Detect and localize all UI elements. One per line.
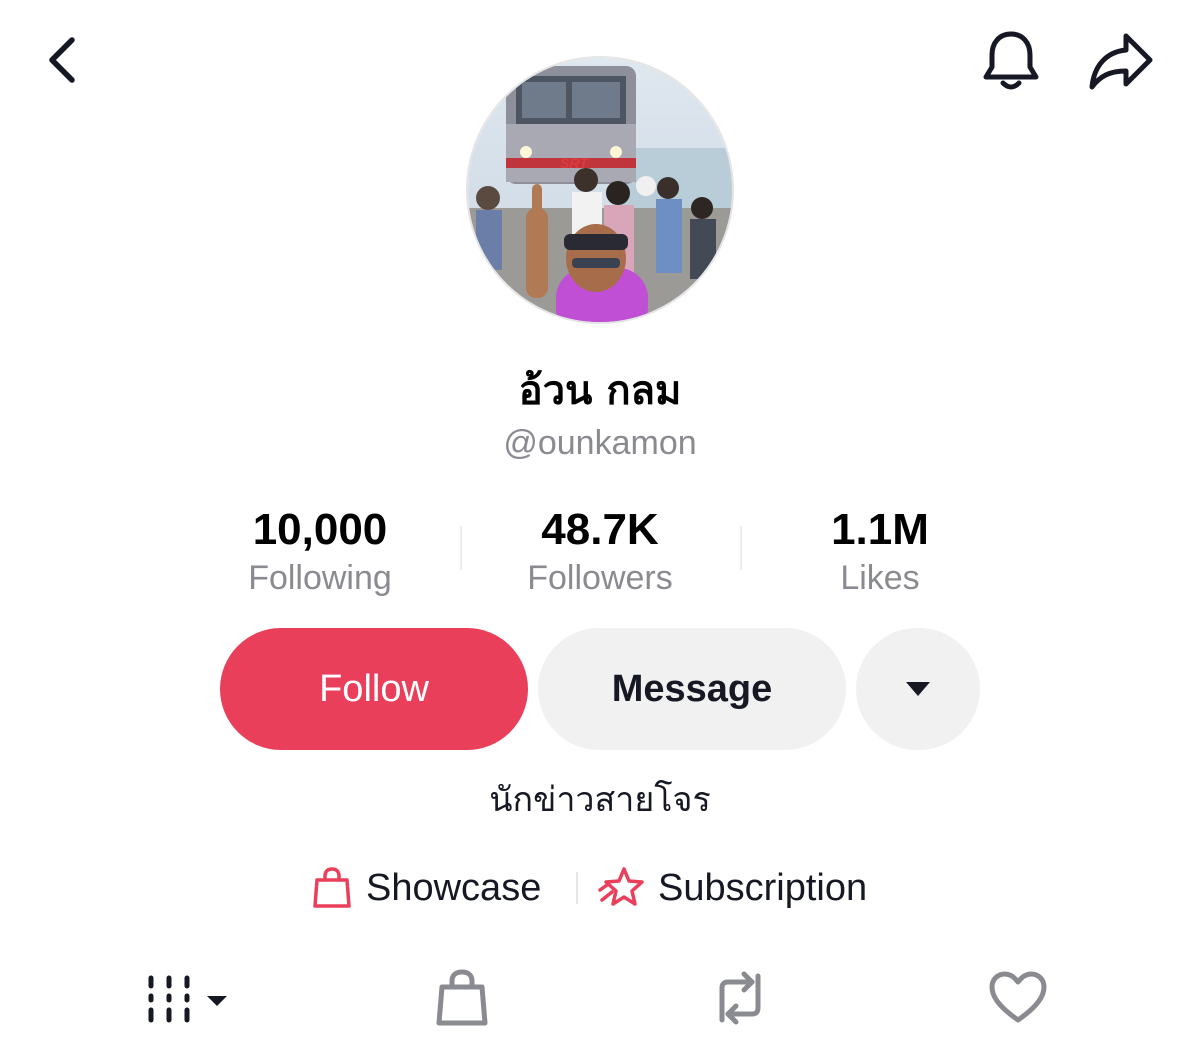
stat-label: Following	[248, 559, 392, 597]
profile-stats: 10,000 Following 48.7K Followers 1.1M Li…	[180, 502, 1020, 602]
star-badge-icon	[598, 867, 644, 906]
stat-value: 10,000	[252, 505, 388, 554]
avatar-photo: SRT	[468, 58, 732, 322]
more-options-button[interactable]	[856, 628, 980, 750]
profile-links: Showcase Subscription	[300, 858, 900, 918]
notification-bell-button[interactable]	[976, 26, 1046, 96]
stat-label: Likes	[840, 559, 920, 597]
tab-reposts[interactable]	[704, 962, 776, 1034]
stat-value: 1.1M	[831, 505, 929, 554]
tab-videos[interactable]	[136, 962, 236, 1034]
tab-liked[interactable]	[982, 962, 1054, 1034]
share-button[interactable]	[1084, 26, 1158, 96]
stat-following[interactable]: 10,000 Following	[180, 502, 460, 598]
username: @ounkamon	[503, 424, 697, 462]
chevron-left-icon	[49, 37, 75, 83]
share-arrow-icon	[1089, 33, 1153, 90]
message-button[interactable]: Message	[538, 628, 846, 750]
avatar[interactable]: SRT	[466, 56, 734, 324]
shopping-bag-icon	[436, 969, 488, 1026]
subscription-link[interactable]: Subscription	[598, 858, 867, 918]
shopping-bag-icon	[313, 867, 351, 908]
grid-bars-icon	[148, 975, 227, 1023]
stat-followers[interactable]: 48.7K Followers	[460, 502, 740, 598]
tab-shop[interactable]	[426, 962, 498, 1034]
bell-icon	[983, 31, 1039, 90]
follow-button[interactable]: Follow	[220, 628, 528, 750]
bio: นักข่าวสายโจร	[489, 780, 711, 820]
link-divider	[576, 872, 578, 904]
showcase-label: Showcase	[366, 866, 542, 909]
heart-icon	[989, 971, 1047, 1023]
display-name: อ้วน กลม	[518, 368, 682, 414]
stat-likes[interactable]: 1.1M Likes	[740, 502, 1020, 598]
stat-value: 48.7K	[541, 505, 659, 554]
repost-icon	[719, 971, 761, 1025]
subscription-label: Subscription	[658, 866, 868, 909]
caret-down-icon	[906, 682, 930, 696]
showcase-link[interactable]: Showcase	[312, 858, 541, 918]
back-button[interactable]	[30, 28, 94, 92]
stat-label: Followers	[527, 559, 673, 597]
